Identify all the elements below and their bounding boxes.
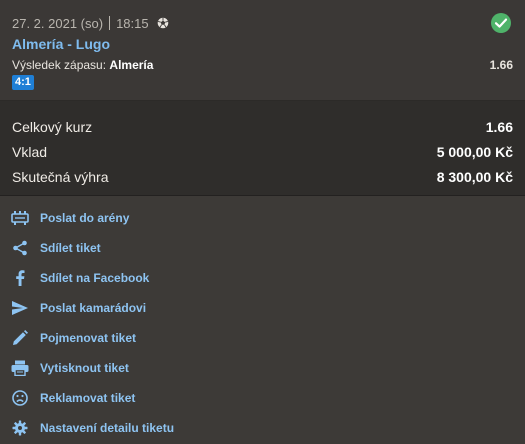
summary-value: 5 000,00 Kč [436,144,513,160]
summary-value: 8 300,00 Kč [436,169,513,185]
action-label: Sdílet tiket [40,241,101,255]
match-card: 27. 2. 2021 (so) 18:15 Almería - Lugo Vý… [0,0,525,101]
match-meta: 27. 2. 2021 (so) 18:15 [12,15,169,31]
action-label: Vytisknout tiket [40,361,129,375]
action-label: Pojmenovat tiket [40,331,137,345]
rename-ticket-link[interactable]: Pojmenovat tiket [10,326,136,350]
ticket-summary: Celkový kurz 1.66 Vklad 5 000,00 Kč Skut… [0,101,525,196]
gear-icon [10,418,30,438]
match-date: 27. 2. 2021 (so) [12,15,104,31]
ticket-detail-settings-link[interactable]: Nastavení detailu tiketu [10,416,174,440]
market-label: Výsledek zápasu: [12,58,107,72]
action-label: Reklamovat tiket [40,391,136,405]
action-label: Poslat do arény [40,211,130,225]
summary-row-actual-win: Skutečná výhra 8 300,00 Kč [12,166,513,188]
soccer-ball-icon [157,17,169,29]
match-teams[interactable]: Almería - Lugo [12,36,110,52]
meta-divider [109,16,111,30]
pencil-icon [10,328,30,348]
score-badge: 4:1 [12,75,34,90]
printer-icon [10,358,30,378]
action-label: Sdílet na Facebook [40,271,150,285]
market-pick: Almería [109,58,154,72]
action-label: Nastavení detailu tiketu [40,421,175,435]
ticket-detail: 27. 2. 2021 (so) 18:15 Almería - Lugo Vý… [0,0,525,444]
facebook-icon [10,268,30,288]
summary-label: Celkový kurz [12,119,93,135]
send-to-arena-link[interactable]: Poslat do arény [10,206,129,230]
summary-row-stake: Vklad 5 000,00 Kč [12,141,513,163]
sad-face-icon [10,388,30,408]
print-ticket-link[interactable]: Vytisknout tiket [10,356,129,380]
complain-ticket-link[interactable]: Reklamovat tiket [10,386,135,410]
summary-label: Vklad [12,144,48,160]
summary-value: 1.66 [485,119,513,135]
check-circle-icon [491,13,511,33]
match-odd: 1.66 [489,58,513,72]
share-icon [10,238,30,258]
send-icon [10,298,30,318]
match-time: 18:15 [116,15,149,31]
share-ticket-link[interactable]: Sdílet tiket [10,236,101,260]
action-label: Poslat kamarádovi [40,301,147,315]
ticket-actions: Poslat do arény Sdílet tiket Sdílet na F… [0,196,525,444]
send-to-friend-link[interactable]: Poslat kamarádovi [10,296,146,320]
summary-row-total-odds: Celkový kurz 1.66 [12,116,513,138]
arena-icon [10,208,30,228]
share-facebook-link[interactable]: Sdílet na Facebook [10,266,149,290]
summary-label: Skutečná výhra [12,169,109,185]
market-line: Výsledek zápasu: Almería [12,58,153,72]
